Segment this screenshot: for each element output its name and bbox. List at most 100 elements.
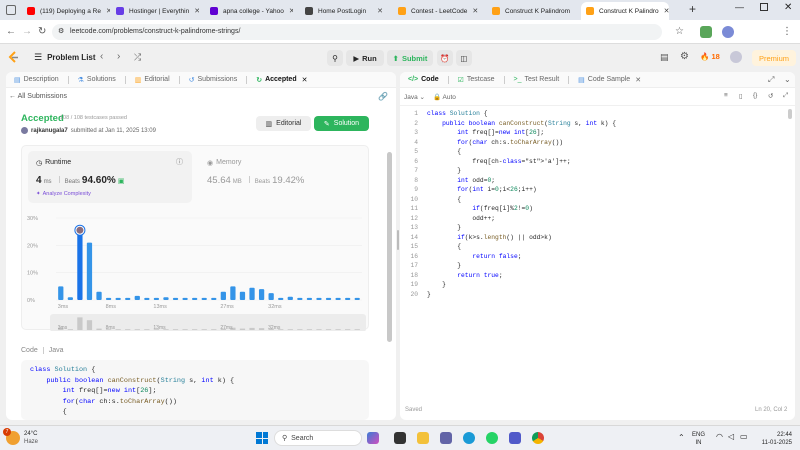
menu-icon[interactable]: ⋮ bbox=[782, 26, 792, 38]
close-tab-icon[interactable]: ✕ bbox=[377, 7, 383, 15]
reset-icon[interactable]: ↺ bbox=[768, 92, 773, 100]
editor-scrollbar[interactable] bbox=[788, 109, 792, 119]
problem-list-button[interactable]: ☰ Problem List bbox=[34, 52, 96, 63]
browser-tab[interactable]: Hostinger | Everythin ✕ bbox=[111, 2, 199, 20]
tab-description[interactable]: ▤ Description bbox=[14, 76, 59, 84]
tab-accepted[interactable]: ↻ Accepted ✕ bbox=[256, 76, 307, 84]
app-icon[interactable] bbox=[440, 432, 452, 444]
next-problem-icon[interactable]: › bbox=[117, 51, 120, 62]
debug-button[interactable]: ⚲ bbox=[327, 50, 343, 66]
code-editor[interactable]: 1 class Solution {2 public boolean canCon… bbox=[400, 109, 790, 369]
braces-icon[interactable]: {} bbox=[753, 92, 757, 99]
info-icon[interactable]: ⓘ bbox=[176, 157, 183, 167]
close-tab-icon[interactable]: ✕ bbox=[635, 76, 641, 84]
start-button[interactable] bbox=[256, 432, 268, 444]
line-number: 2 bbox=[414, 119, 418, 127]
browser-tab[interactable]: apna college - Yahoo ✕ bbox=[205, 2, 293, 20]
left-scrollbar[interactable] bbox=[387, 152, 392, 342]
close-tab-icon[interactable]: ✕ bbox=[302, 76, 308, 84]
all-submissions-link[interactable]: ← All Submissions bbox=[9, 93, 67, 100]
format-icon[interactable]: ≡ bbox=[724, 92, 728, 99]
vpn-icon[interactable] bbox=[700, 26, 712, 38]
auto-toggle[interactable]: 🔒 Auto bbox=[433, 93, 456, 101]
taskbar-search[interactable]: ⚲ Search bbox=[274, 430, 362, 446]
shuffle-icon[interactable]: ⤮ bbox=[134, 52, 141, 63]
address-bar[interactable]: ⚙ leetcode.com/problems/construct-k-pali… bbox=[52, 24, 662, 40]
browser-tab[interactable]: Home PostLogin ✕ bbox=[300, 2, 388, 20]
task-view-icon[interactable] bbox=[394, 432, 406, 444]
tab-test-result[interactable]: >_ Test Result bbox=[514, 76, 560, 83]
tab-editorial[interactable]: ▥ Editorial bbox=[135, 76, 170, 84]
leetcode-logo[interactable] bbox=[8, 51, 19, 64]
minimize-button[interactable]: — bbox=[735, 2, 744, 12]
language-select[interactable]: Java ⌄ bbox=[404, 93, 425, 101]
fullscreen-icon[interactable]: ⤢ bbox=[783, 92, 788, 100]
tray-chevron-icon[interactable]: ⌃ bbox=[678, 433, 685, 442]
chrome-icon[interactable] bbox=[532, 432, 544, 444]
file-explorer-icon[interactable] bbox=[417, 432, 429, 444]
forward-icon[interactable]: → bbox=[22, 26, 32, 38]
bookmark-star-icon[interactable]: ☆ bbox=[675, 26, 684, 38]
tab-code[interactable]: </> Code bbox=[408, 76, 439, 83]
browser-tab[interactable]: Construct K Palindro ✕ bbox=[581, 2, 669, 20]
user-avatar[interactable] bbox=[730, 51, 742, 63]
reload-icon[interactable]: ↻ bbox=[38, 26, 46, 38]
whiteboard-button[interactable]: ◫ bbox=[456, 50, 472, 66]
prev-problem-icon[interactable]: ‹ bbox=[100, 51, 103, 62]
site-info-icon[interactable]: ⚙ bbox=[58, 24, 64, 40]
layout-icon[interactable]: ▤ bbox=[660, 52, 669, 63]
browser-tab[interactable]: Contest - LeetCode ✕ bbox=[393, 2, 481, 20]
tab-solutions[interactable]: ⚗ Solutions bbox=[78, 76, 116, 84]
back-icon[interactable]: ← bbox=[6, 26, 16, 38]
profile-avatar[interactable] bbox=[722, 26, 734, 38]
volume-icon[interactable]: ◁ bbox=[728, 432, 734, 441]
new-tab-button[interactable]: + bbox=[689, 2, 696, 16]
expand-icon[interactable]: ⤢ bbox=[768, 75, 774, 85]
notes-button[interactable]: ⏰ bbox=[437, 50, 453, 66]
premium-button[interactable]: Premium bbox=[752, 50, 796, 66]
share-link-icon[interactable]: 🔗 bbox=[378, 92, 388, 101]
username[interactable]: rajkanugala7 bbox=[31, 128, 68, 134]
edge-icon[interactable] bbox=[463, 432, 475, 444]
tab-search-icon[interactable] bbox=[6, 5, 16, 15]
tab-code-sample[interactable]: ▤ Code Sample ✕ bbox=[578, 76, 641, 84]
maximize-button[interactable] bbox=[760, 3, 768, 11]
chart-bar bbox=[172, 297, 179, 300]
clock[interactable]: 22:44 11-01-2025 bbox=[752, 431, 792, 447]
bookmark-icon[interactable]: ▯ bbox=[739, 92, 743, 100]
browser-tab[interactable]: Construct K Palindrom✕ bbox=[487, 2, 575, 20]
chart-bar bbox=[211, 297, 217, 300]
settings-icon[interactable]: ⚙ bbox=[680, 51, 689, 62]
submit-button[interactable]: ⬆ Submit bbox=[387, 50, 433, 66]
close-tab-icon[interactable]: ✕ bbox=[289, 7, 293, 15]
analyze-complexity-link[interactable]: ✦ Analyze Complexity bbox=[36, 191, 91, 197]
more-icon[interactable]: ⌄ bbox=[784, 75, 791, 84]
language-indicator[interactable]: ENG IN bbox=[692, 431, 705, 447]
editorial-button[interactable]: ▥ Editorial bbox=[256, 116, 311, 131]
close-tab-icon[interactable]: ✕ bbox=[106, 7, 110, 15]
close-tab-icon[interactable]: ✕ bbox=[664, 7, 669, 15]
weather-widget[interactable]: 7 24°C Haze bbox=[3, 428, 38, 446]
tab-testcase[interactable]: ☑ Testcase bbox=[458, 76, 495, 84]
streak-badge[interactable]: 🔥 18 bbox=[700, 52, 720, 61]
whatsapp-icon[interactable] bbox=[486, 432, 498, 444]
wifi-icon[interactable]: ◠ bbox=[716, 432, 723, 441]
battery-icon[interactable]: ▭ bbox=[740, 432, 748, 441]
browser-tab-label: Home PostLogin bbox=[318, 7, 367, 15]
close-tab-icon[interactable]: ✕ bbox=[472, 7, 478, 15]
copilot-app-icon[interactable] bbox=[367, 432, 379, 444]
x-tick-label: 3ms bbox=[58, 304, 69, 310]
panel-resize-handle[interactable] bbox=[397, 230, 399, 250]
run-button[interactable]: ▶ Run bbox=[346, 50, 384, 66]
runtime-card[interactable]: ◷ Runtime ⓘ 4 ms Beats 94.60% ▣ ✦ Analyze … bbox=[28, 151, 192, 203]
tab-submissions[interactable]: ↺ Submissions bbox=[189, 76, 238, 84]
close-tab-icon[interactable]: ✕ bbox=[194, 7, 199, 15]
code-line: } bbox=[427, 167, 462, 174]
solution-button[interactable]: ✎ Solution bbox=[314, 116, 369, 131]
teams-icon[interactable] bbox=[509, 432, 521, 444]
description-icon: ▤ bbox=[14, 76, 21, 84]
close-window-button[interactable]: ✕ bbox=[784, 2, 792, 13]
code-line: for(int i=0;i<26;i++) bbox=[457, 186, 537, 193]
memory-card[interactable]: ◉ Memory 45.64 MB Beats 19.42% bbox=[197, 151, 357, 203]
browser-tab[interactable]: (119) Deploying a Re ✕ bbox=[22, 2, 110, 20]
